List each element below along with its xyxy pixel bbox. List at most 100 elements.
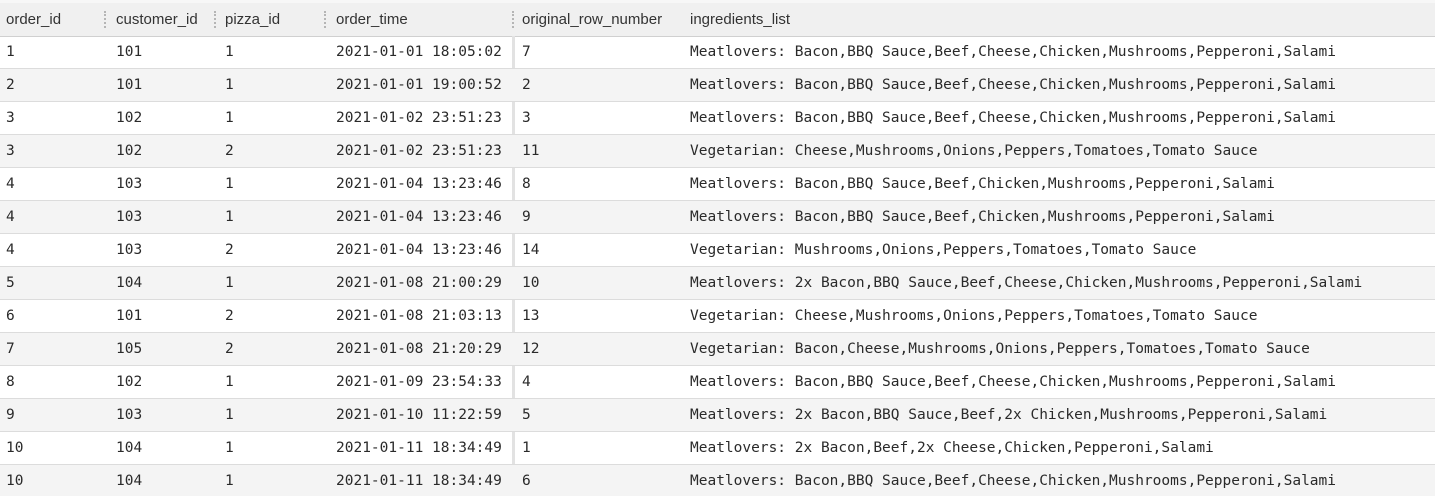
table-row[interactable]: 1 101 1 2021-01-01 18:05:02 7 Meatlovers: Bac… xyxy=(0,36,1435,69)
cell-order-id[interactable]: 4 xyxy=(6,234,106,266)
cell-order-time[interactable]: 2021-01-04 13:23:46 xyxy=(336,234,514,266)
cell-ingredients-list[interactable]: Vegetarian: Mushrooms,Onions,Peppers,Tom… xyxy=(690,234,1435,266)
cell-customer-id[interactable]: 101 xyxy=(116,300,216,332)
cell-ingredients-list[interactable]: Vegetarian: Cheese,Mushrooms,Onions,Pepp… xyxy=(690,300,1435,332)
cell-original-row-number[interactable]: 1 xyxy=(522,432,688,464)
cell-order-time[interactable]: 2021-01-08 21:20:29 xyxy=(336,333,514,365)
cell-pizza-id[interactable]: 2 xyxy=(225,234,325,266)
cell-pizza-id[interactable]: 1 xyxy=(225,465,325,497)
table-row[interactable]: 5 104 1 2021-01-08 21:00:29 10 Meatlovers: 2x… xyxy=(0,267,1435,300)
cell-order-time[interactable]: 2021-01-11 18:34:49 xyxy=(336,432,514,464)
cell-order-time[interactable]: 2021-01-04 13:23:46 xyxy=(336,201,514,233)
cell-ingredients-list[interactable]: Meatlovers: Bacon,BBQ Sauce,Beef,Cheese,… xyxy=(690,69,1435,101)
cell-pizza-id[interactable]: 2 xyxy=(225,333,325,365)
cell-customer-id[interactable]: 103 xyxy=(116,168,216,200)
cell-customer-id[interactable]: 104 xyxy=(116,432,216,464)
cell-order-id[interactable]: 10 xyxy=(6,432,106,464)
cell-original-row-number[interactable]: 7 xyxy=(522,36,688,68)
cell-order-time[interactable]: 2021-01-02 23:51:23 xyxy=(336,102,514,134)
table-row[interactable]: 9 103 1 2021-01-10 11:22:59 5 Meatlovers: 2x … xyxy=(0,399,1435,432)
cell-customer-id[interactable]: 103 xyxy=(116,201,216,233)
cell-order-id[interactable]: 2 xyxy=(6,69,106,101)
column-header-order-id[interactable]: order_id xyxy=(6,3,100,36)
cell-ingredients-list[interactable]: Meatlovers: 2x Bacon,BBQ Sauce,Beef,Chee… xyxy=(690,267,1435,299)
cell-order-time[interactable]: 2021-01-11 18:34:49 xyxy=(336,465,514,497)
cell-order-id[interactable]: 4 xyxy=(6,168,106,200)
cell-original-row-number[interactable]: 6 xyxy=(522,465,688,497)
cell-customer-id[interactable]: 102 xyxy=(116,366,216,398)
cell-original-row-number[interactable]: 10 xyxy=(522,267,688,299)
cell-pizza-id[interactable]: 1 xyxy=(225,69,325,101)
column-header-customer-id[interactable]: customer_id xyxy=(116,3,216,36)
cell-ingredients-list[interactable]: Meatlovers: Bacon,BBQ Sauce,Beef,Cheese,… xyxy=(690,366,1435,398)
cell-order-time[interactable]: 2021-01-09 23:54:33 xyxy=(336,366,514,398)
cell-order-id[interactable]: 6 xyxy=(6,300,106,332)
cell-ingredients-list[interactable]: Meatlovers: Bacon,BBQ Sauce,Beef,Chicken… xyxy=(690,201,1435,233)
table-row[interactable]: 7 105 2 2021-01-08 21:20:29 12 Vegetarian: Ba… xyxy=(0,333,1435,366)
cell-ingredients-list[interactable]: Meatlovers: Bacon,BBQ Sauce,Beef,Cheese,… xyxy=(690,102,1435,134)
cell-order-time[interactable]: 2021-01-02 23:51:23 xyxy=(336,135,514,167)
cell-customer-id[interactable]: 104 xyxy=(116,465,216,497)
cell-customer-id[interactable]: 101 xyxy=(116,69,216,101)
cell-pizza-id[interactable]: 1 xyxy=(225,432,325,464)
cell-ingredients-list[interactable]: Vegetarian: Bacon,Cheese,Mushrooms,Onion… xyxy=(690,333,1435,365)
cell-ingredients-list[interactable]: Meatlovers: Bacon,BBQ Sauce,Beef,Cheese,… xyxy=(690,465,1435,497)
cell-order-time[interactable]: 2021-01-01 19:00:52 xyxy=(336,69,514,101)
column-resize-handle[interactable] xyxy=(104,11,108,28)
cell-customer-id[interactable]: 101 xyxy=(116,36,216,68)
cell-original-row-number[interactable]: 5 xyxy=(522,399,688,431)
cell-order-time[interactable]: 2021-01-10 11:22:59 xyxy=(336,399,514,431)
cell-order-id[interactable]: 3 xyxy=(6,102,106,134)
results-grid[interactable]: order_id customer_id pizza_id order_time… xyxy=(0,0,1435,500)
cell-order-time[interactable]: 2021-01-08 21:00:29 xyxy=(336,267,514,299)
column-resize-handle[interactable] xyxy=(324,11,328,28)
cell-order-time[interactable]: 2021-01-04 13:23:46 xyxy=(336,168,514,200)
column-resize-handle[interactable] xyxy=(512,11,516,28)
table-row[interactable]: 4 103 1 2021-01-04 13:23:46 9 Meatlovers: Bac… xyxy=(0,201,1435,234)
cell-original-row-number[interactable]: 14 xyxy=(522,234,688,266)
cell-order-id[interactable]: 4 xyxy=(6,201,106,233)
cell-ingredients-list[interactable]: Vegetarian: Cheese,Mushrooms,Onions,Pepp… xyxy=(690,135,1435,167)
cell-customer-id[interactable]: 102 xyxy=(116,102,216,134)
cell-original-row-number[interactable]: 12 xyxy=(522,333,688,365)
table-row[interactable]: 10 104 1 2021-01-11 18:34:49 1 Meatlovers: 2x… xyxy=(0,432,1435,465)
cell-customer-id[interactable]: 104 xyxy=(116,267,216,299)
table-row[interactable]: 8 102 1 2021-01-09 23:54:33 4 Meatlovers: Bac… xyxy=(0,366,1435,399)
cell-order-id[interactable]: 7 xyxy=(6,333,106,365)
cell-original-row-number[interactable]: 13 xyxy=(522,300,688,332)
table-row[interactable]: 4 103 2 2021-01-04 13:23:46 14 Vegetarian: Mu… xyxy=(0,234,1435,267)
cell-customer-id[interactable]: 103 xyxy=(116,399,216,431)
cell-original-row-number[interactable]: 3 xyxy=(522,102,688,134)
cell-original-row-number[interactable]: 2 xyxy=(522,69,688,101)
cell-pizza-id[interactable]: 1 xyxy=(225,168,325,200)
cell-order-id[interactable]: 1 xyxy=(6,36,106,68)
cell-order-id[interactable]: 10 xyxy=(6,465,106,497)
cell-pizza-id[interactable]: 1 xyxy=(225,267,325,299)
cell-customer-id[interactable]: 103 xyxy=(116,234,216,266)
cell-order-id[interactable]: 3 xyxy=(6,135,106,167)
cell-original-row-number[interactable]: 9 xyxy=(522,201,688,233)
column-header-original-row-number[interactable]: original_row_number xyxy=(522,3,688,36)
cell-original-row-number[interactable]: 11 xyxy=(522,135,688,167)
cell-order-id[interactable]: 5 xyxy=(6,267,106,299)
cell-customer-id[interactable]: 105 xyxy=(116,333,216,365)
cell-original-row-number[interactable]: 8 xyxy=(522,168,688,200)
cell-order-id[interactable]: 9 xyxy=(6,399,106,431)
cell-pizza-id[interactable]: 2 xyxy=(225,135,325,167)
cell-pizza-id[interactable]: 1 xyxy=(225,102,325,134)
cell-order-time[interactable]: 2021-01-01 18:05:02 xyxy=(336,36,514,68)
cell-original-row-number[interactable]: 4 xyxy=(522,366,688,398)
column-header-ingredients-list[interactable]: ingredients_list xyxy=(690,3,990,36)
cell-pizza-id[interactable]: 1 xyxy=(225,201,325,233)
cell-pizza-id[interactable]: 1 xyxy=(225,366,325,398)
cell-ingredients-list[interactable]: Meatlovers: 2x Bacon,BBQ Sauce,Beef,2x C… xyxy=(690,399,1435,431)
cell-pizza-id[interactable]: 2 xyxy=(225,300,325,332)
table-row[interactable]: 10 104 1 2021-01-11 18:34:49 6 Meatlovers: Ba… xyxy=(0,465,1435,498)
table-row[interactable]: 6 101 2 2021-01-08 21:03:13 13 Vegetarian: Ch… xyxy=(0,300,1435,333)
cell-pizza-id[interactable]: 1 xyxy=(225,36,325,68)
column-header-pizza-id[interactable]: pizza_id xyxy=(225,3,320,36)
column-header-order-time[interactable]: order_time xyxy=(336,3,506,36)
table-row[interactable]: 4 103 1 2021-01-04 13:23:46 8 Meatlovers: Bac… xyxy=(0,168,1435,201)
table-row[interactable]: 3 102 1 2021-01-02 23:51:23 3 Meatlovers: Bac… xyxy=(0,102,1435,135)
table-row[interactable]: 2 101 1 2021-01-01 19:00:52 2 Meatlovers: Bac… xyxy=(0,69,1435,102)
